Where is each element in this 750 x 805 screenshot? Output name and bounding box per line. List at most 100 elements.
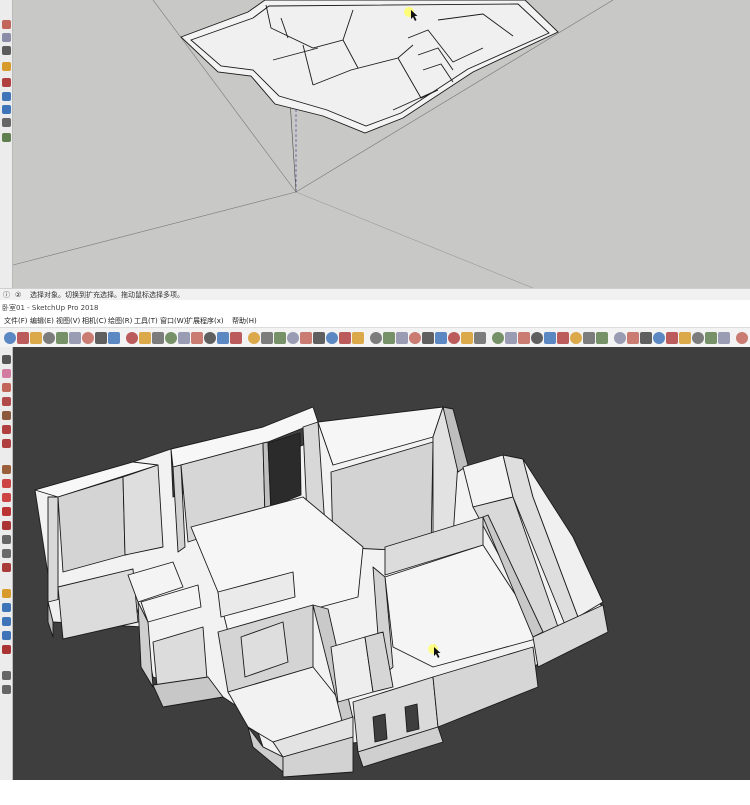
hidden-line-icon[interactable] (287, 332, 299, 344)
scale-icon[interactable] (2, 507, 11, 516)
eraser-icon[interactable] (17, 332, 29, 344)
bottom-model-viewport[interactable] (13, 347, 750, 780)
arc-icon[interactable] (2, 397, 11, 406)
orbit-icon[interactable] (126, 332, 138, 344)
warehouse-icon[interactable] (352, 332, 364, 344)
text-icon[interactable] (2, 46, 11, 55)
shaded-icon[interactable] (300, 332, 312, 344)
shape-icon[interactable] (2, 33, 11, 42)
follow-me-icon[interactable] (557, 332, 569, 344)
orbit-icon[interactable] (2, 92, 11, 101)
ruby-icon[interactable] (518, 332, 530, 344)
menu-edit[interactable]: 编辑(E) (28, 315, 56, 327)
extension-icon[interactable] (370, 332, 382, 344)
menu-extensions[interactable]: 扩展程序(x) (184, 315, 226, 327)
zoom-icon[interactable] (2, 631, 11, 640)
tape-measure-icon[interactable] (2, 78, 11, 87)
dimension-icon[interactable] (653, 332, 665, 344)
move-icon[interactable] (2, 479, 11, 488)
rotate-icon[interactable] (69, 332, 81, 344)
pencil-icon[interactable] (2, 20, 11, 29)
zoom-icon[interactable] (2, 105, 11, 114)
menu-view[interactable]: 视图(V) (54, 315, 82, 327)
axes-icon[interactable] (2, 563, 11, 572)
sandbox-icon[interactable] (531, 332, 543, 344)
menu-tools[interactable]: 工具(T) (132, 315, 160, 327)
back-view-icon[interactable] (230, 332, 242, 344)
3d-house-model (34, 406, 609, 778)
select-icon[interactable] (4, 332, 16, 344)
polygon-icon[interactable] (596, 332, 608, 344)
wireframe-icon[interactable] (274, 332, 286, 344)
freehand-icon[interactable] (627, 332, 639, 344)
section-plane-icon[interactable] (383, 332, 395, 344)
monochrome-icon[interactable] (326, 332, 338, 344)
select-icon[interactable] (2, 355, 11, 364)
menu-camera[interactable]: 相机(C) (80, 315, 108, 327)
axes-icon[interactable] (679, 332, 691, 344)
move-icon[interactable] (56, 332, 68, 344)
rectangle-icon[interactable] (614, 332, 626, 344)
position-camera-icon[interactable] (705, 332, 717, 344)
menu-help[interactable]: 帮助(H) (230, 315, 259, 327)
arc-icon[interactable] (570, 332, 582, 344)
offset-icon[interactable] (2, 521, 11, 530)
pan-icon[interactable] (139, 332, 151, 344)
style-icon[interactable] (492, 332, 504, 344)
shadow-icon[interactable] (435, 332, 447, 344)
menu-draw[interactable]: 绘图(R) (106, 315, 134, 327)
polygon-icon[interactable] (2, 439, 11, 448)
menu-file[interactable]: 文件(F) (2, 315, 30, 327)
paint-bucket-icon[interactable] (2, 589, 11, 598)
look-around-icon[interactable] (2, 133, 11, 142)
eraser-icon[interactable] (2, 369, 11, 378)
window-title: 卧室01 - SketchUp Pro 2018 (2, 304, 99, 312)
text-icon[interactable] (2, 549, 11, 558)
push-pull-icon[interactable] (82, 332, 94, 344)
zoom-icon[interactable] (152, 332, 164, 344)
orbit-icon[interactable] (2, 603, 11, 612)
section-display-icon[interactable] (396, 332, 408, 344)
3d-text-icon[interactable] (692, 332, 704, 344)
house-icon[interactable] (409, 332, 421, 344)
house-walls (34, 406, 609, 778)
circle-icon[interactable] (583, 332, 595, 344)
scene-icon[interactable] (474, 332, 486, 344)
left-view-icon[interactable] (248, 332, 260, 344)
rotate-icon[interactable] (2, 493, 11, 502)
house-outline-icon[interactable] (422, 332, 434, 344)
solid-tools-icon[interactable] (544, 332, 556, 344)
rectangle-icon[interactable] (2, 411, 11, 420)
xray-icon[interactable] (261, 332, 273, 344)
offset-icon[interactable] (95, 332, 107, 344)
position-camera-icon[interactable] (2, 671, 11, 680)
look-around-icon[interactable] (736, 332, 748, 344)
push-pull-icon[interactable] (2, 465, 11, 474)
textured-icon[interactable] (313, 332, 325, 344)
paint-bucket-icon[interactable] (30, 332, 42, 344)
text-icon[interactable] (640, 332, 652, 344)
layer-icon[interactable] (461, 332, 473, 344)
walk-icon[interactable] (718, 332, 730, 344)
outliner-icon[interactable] (505, 332, 517, 344)
fog-icon[interactable] (448, 332, 460, 344)
pan-icon[interactable] (2, 617, 11, 626)
top-model-viewport[interactable] (12, 0, 750, 289)
iso-view-icon[interactable] (178, 332, 190, 344)
paint-bucket-icon[interactable] (2, 62, 11, 71)
line-icon[interactable] (43, 332, 55, 344)
circle-icon[interactable] (2, 425, 11, 434)
right-view-icon[interactable] (217, 332, 229, 344)
zoom-extents-icon[interactable] (165, 332, 177, 344)
tape-measure-icon[interactable] (108, 332, 120, 344)
top-view-icon[interactable] (191, 332, 203, 344)
component-icon[interactable] (339, 332, 351, 344)
walk-icon[interactable] (2, 118, 11, 127)
zoom-extents-icon[interactable] (2, 645, 11, 654)
walk-icon[interactable] (2, 685, 11, 694)
pencil-icon[interactable] (2, 383, 11, 392)
front-view-icon[interactable] (204, 332, 216, 344)
top-left-toolbar (0, 0, 13, 290)
tape-measure-icon[interactable] (2, 535, 11, 544)
protractor-icon[interactable] (666, 332, 678, 344)
